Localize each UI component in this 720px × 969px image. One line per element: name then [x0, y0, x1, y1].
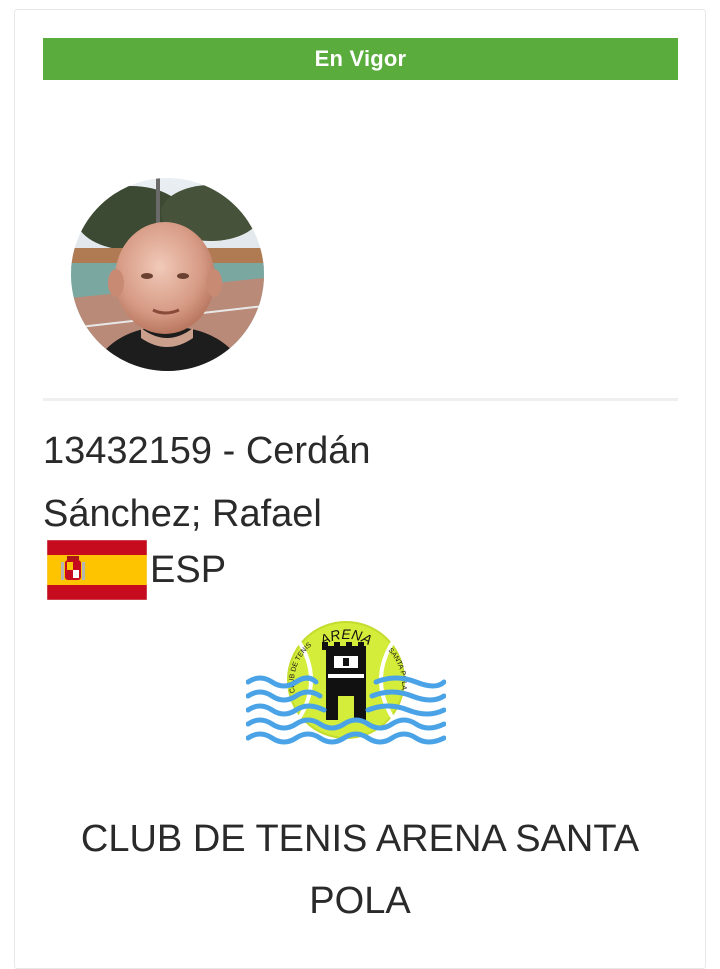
spain-flag-icon [46, 539, 148, 601]
member-name: 13432159 - Cerdán Sánchez; Rafael [43, 430, 371, 535]
country-code: ESP [150, 549, 227, 591]
avatar [71, 178, 264, 371]
arena-santa-pola-logo-icon: ARENA CLUB DE TENIS SANTA POLA [245, 620, 447, 760]
member-photo-icon [71, 178, 264, 371]
club-name: CLUB DE TENIS ARENA SANTA POLA [80, 818, 640, 922]
divider [43, 398, 678, 401]
status-label: En Vigor [314, 46, 407, 71]
status-badge: En Vigor [43, 38, 678, 80]
